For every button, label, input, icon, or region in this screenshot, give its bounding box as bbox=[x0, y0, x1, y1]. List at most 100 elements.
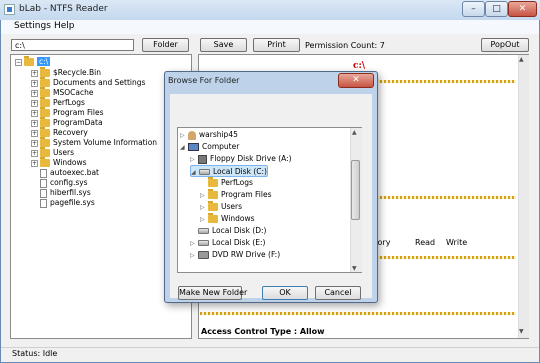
expand-icon[interactable]: + bbox=[31, 159, 38, 167]
path-input[interactable] bbox=[11, 39, 134, 51]
folder-icon bbox=[40, 77, 50, 87]
popout-button[interactable]: PopOut bbox=[481, 38, 529, 52]
tree-item-label: MSOCache bbox=[53, 88, 94, 97]
folder-icon bbox=[40, 127, 50, 137]
user-icon bbox=[188, 130, 196, 140]
expand-icon[interactable]: + bbox=[31, 89, 38, 97]
tree-item-label: Users bbox=[53, 148, 75, 157]
expand-icon[interactable]: + bbox=[31, 109, 38, 117]
collapse-arrow-icon[interactable]: ◢ bbox=[191, 167, 199, 179]
computer-icon bbox=[188, 143, 199, 151]
divider bbox=[200, 312, 516, 315]
tree-file[interactable]: autoexec.bat bbox=[40, 168, 99, 178]
tree-file-label: hiberfil.sys bbox=[50, 188, 91, 197]
column-read: Read bbox=[415, 238, 436, 247]
tree-item-label: Program Files bbox=[53, 108, 104, 117]
folder-icon bbox=[40, 107, 50, 117]
dialog-tree-item[interactable]: ▷ DVD RW Drive (F:) bbox=[190, 249, 280, 261]
collapse-arrow-icon[interactable]: ◢ bbox=[180, 142, 188, 154]
dialog-tree-item[interactable]: ◢ Computer bbox=[180, 141, 239, 153]
path-heading: c:\ bbox=[353, 61, 366, 71]
tree-file-label: pagefile.sys bbox=[50, 198, 95, 207]
tree-item-label: Windows bbox=[53, 158, 87, 167]
dialog-scroll-up-icon[interactable]: ▲ bbox=[352, 129, 357, 136]
tree-item-label: PerfLogs bbox=[53, 98, 85, 107]
dialog-tree-item[interactable]: ▷ Users bbox=[200, 201, 242, 213]
folder-icon bbox=[208, 177, 218, 187]
file-icon bbox=[40, 188, 47, 198]
expand-icon[interactable]: + bbox=[31, 119, 38, 127]
dialog-close-button[interactable]: ✕ bbox=[338, 73, 374, 88]
scroll-down-icon[interactable]: ▼ bbox=[519, 328, 524, 335]
dialog-tree-item-label: Computer bbox=[202, 142, 240, 151]
ok-button[interactable]: OK bbox=[262, 286, 308, 300]
folder-icon bbox=[40, 67, 50, 77]
menu-help[interactable]: Help bbox=[51, 21, 78, 31]
menu-settings[interactable]: Settings bbox=[11, 21, 54, 31]
dialog-tree-item[interactable]: ▷ warship45 bbox=[180, 129, 238, 141]
expand-icon[interactable]: + bbox=[31, 99, 38, 107]
dialog-title: Browse For Folder bbox=[168, 76, 240, 85]
scrollbar[interactable] bbox=[518, 55, 529, 338]
tree-item-label: Documents and Settings bbox=[53, 78, 146, 87]
tree-item[interactable]: + Windows bbox=[31, 157, 87, 168]
folder-icon bbox=[40, 97, 50, 107]
tree-item[interactable]: + Users bbox=[31, 147, 75, 158]
close-button[interactable]: ✕ bbox=[508, 1, 537, 17]
dialog-tree-item[interactable]: ▷ Windows bbox=[200, 213, 254, 225]
expand-icon[interactable]: + bbox=[31, 139, 38, 147]
folder-icon bbox=[40, 137, 50, 147]
expand-icon[interactable]: + bbox=[31, 79, 38, 87]
dialog-tree-item[interactable]: ▷ Local Disk (E:) bbox=[190, 237, 265, 249]
tree-item-label: $Recycle.Bin bbox=[53, 68, 102, 77]
expand-icon[interactable]: + bbox=[31, 69, 38, 77]
dialog-tree-item[interactable]: Local Disk (D:) bbox=[190, 225, 266, 237]
tree-item[interactable]: + Documents and Settings bbox=[31, 77, 146, 88]
folder-icon bbox=[40, 147, 50, 157]
file-icon bbox=[40, 198, 47, 208]
expand-icon[interactable]: + bbox=[31, 149, 38, 157]
make-new-folder-button[interactable]: Make New Folder bbox=[178, 286, 247, 300]
folder-icon bbox=[40, 117, 50, 127]
drive-icon bbox=[198, 240, 209, 246]
folder-icon bbox=[208, 189, 218, 199]
dvd-icon bbox=[198, 251, 209, 259]
dialog-tree-item[interactable]: ◢ Local Disk (C:) bbox=[190, 165, 268, 177]
expand-arrow-icon[interactable]: ▷ bbox=[190, 250, 198, 262]
dialog-tree-item-label: DVD RW Drive (F:) bbox=[212, 250, 281, 259]
cancel-button[interactable]: Cancel bbox=[315, 286, 361, 300]
tree-root-label: c:\ bbox=[37, 57, 51, 66]
dialog-tree-item-label: Floppy Disk Drive (A:) bbox=[210, 154, 292, 163]
dialog-tree-item[interactable]: ▷ Program Files bbox=[200, 189, 272, 201]
file-icon bbox=[40, 168, 47, 178]
folder-icon bbox=[40, 87, 50, 97]
collapse-icon[interactable]: − bbox=[15, 58, 22, 66]
tree-file-label: config.sys bbox=[50, 178, 88, 187]
drive-icon bbox=[199, 169, 210, 175]
tree-item-label: ProgramData bbox=[53, 118, 103, 127]
expand-icon[interactable]: + bbox=[31, 129, 38, 137]
dialog-tree-item-label: Windows bbox=[221, 214, 255, 223]
print-button[interactable]: Print bbox=[253, 38, 300, 52]
dialog-scroll-down-icon[interactable]: ▼ bbox=[352, 265, 357, 272]
dialog-tree-item-label: Local Disk (E:) bbox=[212, 238, 266, 247]
tree-file[interactable]: hiberfil.sys bbox=[40, 188, 91, 198]
dialog-tree-item[interactable]: ▷ Floppy Disk Drive (A:) bbox=[190, 153, 292, 165]
dialog-tree-item[interactable]: PerfLogs bbox=[200, 177, 253, 189]
folder-icon bbox=[24, 56, 34, 66]
save-button[interactable]: Save bbox=[200, 38, 247, 52]
tree-item-label: Recovery bbox=[53, 128, 88, 137]
tree-root[interactable]: − c:\ bbox=[15, 56, 51, 67]
scroll-up-icon[interactable]: ▲ bbox=[519, 56, 524, 63]
floppy-icon bbox=[198, 154, 207, 164]
folder-button[interactable]: Folder bbox=[142, 38, 189, 52]
tree-file-label: autoexec.bat bbox=[50, 168, 99, 177]
dialog-tree-item-label: Users bbox=[221, 202, 243, 211]
tree-file[interactable]: pagefile.sys bbox=[40, 198, 95, 208]
tree-file[interactable]: config.sys bbox=[40, 178, 88, 188]
maximize-button[interactable]: □ bbox=[485, 1, 508, 17]
minimize-button[interactable]: – bbox=[462, 1, 485, 17]
dialog-scroll-thumb[interactable] bbox=[351, 160, 360, 220]
tree-item[interactable]: + System Volume Information bbox=[31, 137, 157, 148]
dialog-tree-item-label: warship45 bbox=[199, 130, 238, 139]
